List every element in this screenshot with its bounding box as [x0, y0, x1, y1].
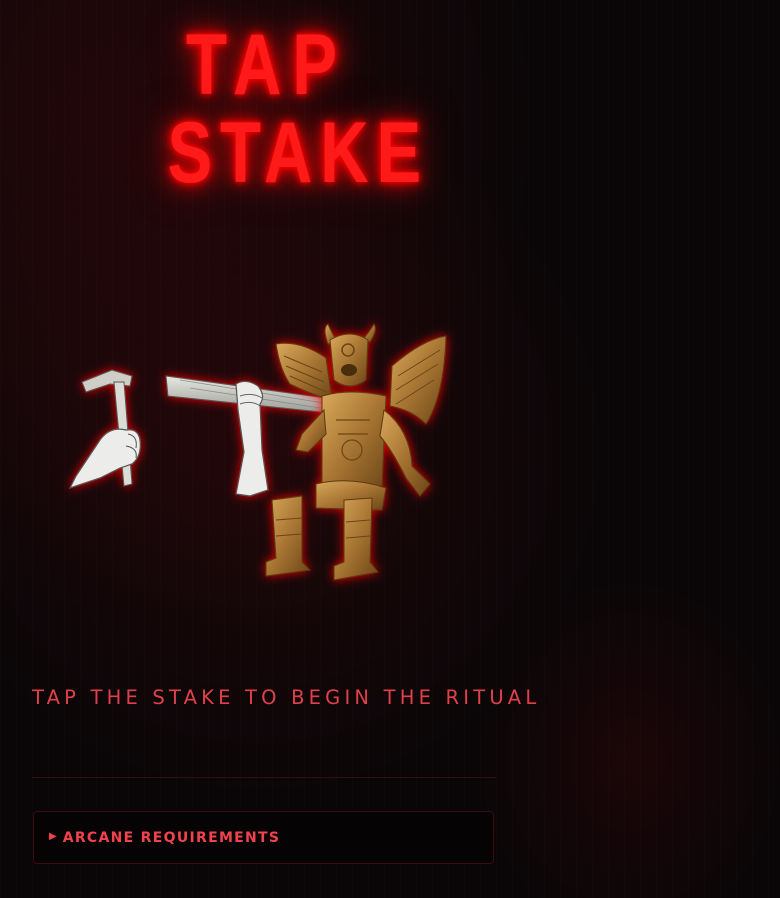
idol-figure: [265, 323, 447, 581]
arcane-requirements-label: ARCANE REQUIREMENTS: [62, 829, 281, 846]
ritual-instruction: TAP THE STAKE TO BEGIN THE RITUAL: [32, 686, 541, 709]
section-divider: [32, 777, 496, 778]
page-title: TAP STAKE: [130, 17, 429, 201]
title-line-2: STAKE: [167, 105, 429, 201]
hammer-icon[interactable]: [68, 369, 141, 490]
arcane-requirements-toggle[interactable]: ▶ ARCANE REQUIREMENTS: [33, 811, 494, 864]
title-line-1: TAP: [186, 17, 348, 113]
expand-arrow-icon: ▶: [49, 831, 57, 842]
ritual-scene: [40, 300, 500, 620]
